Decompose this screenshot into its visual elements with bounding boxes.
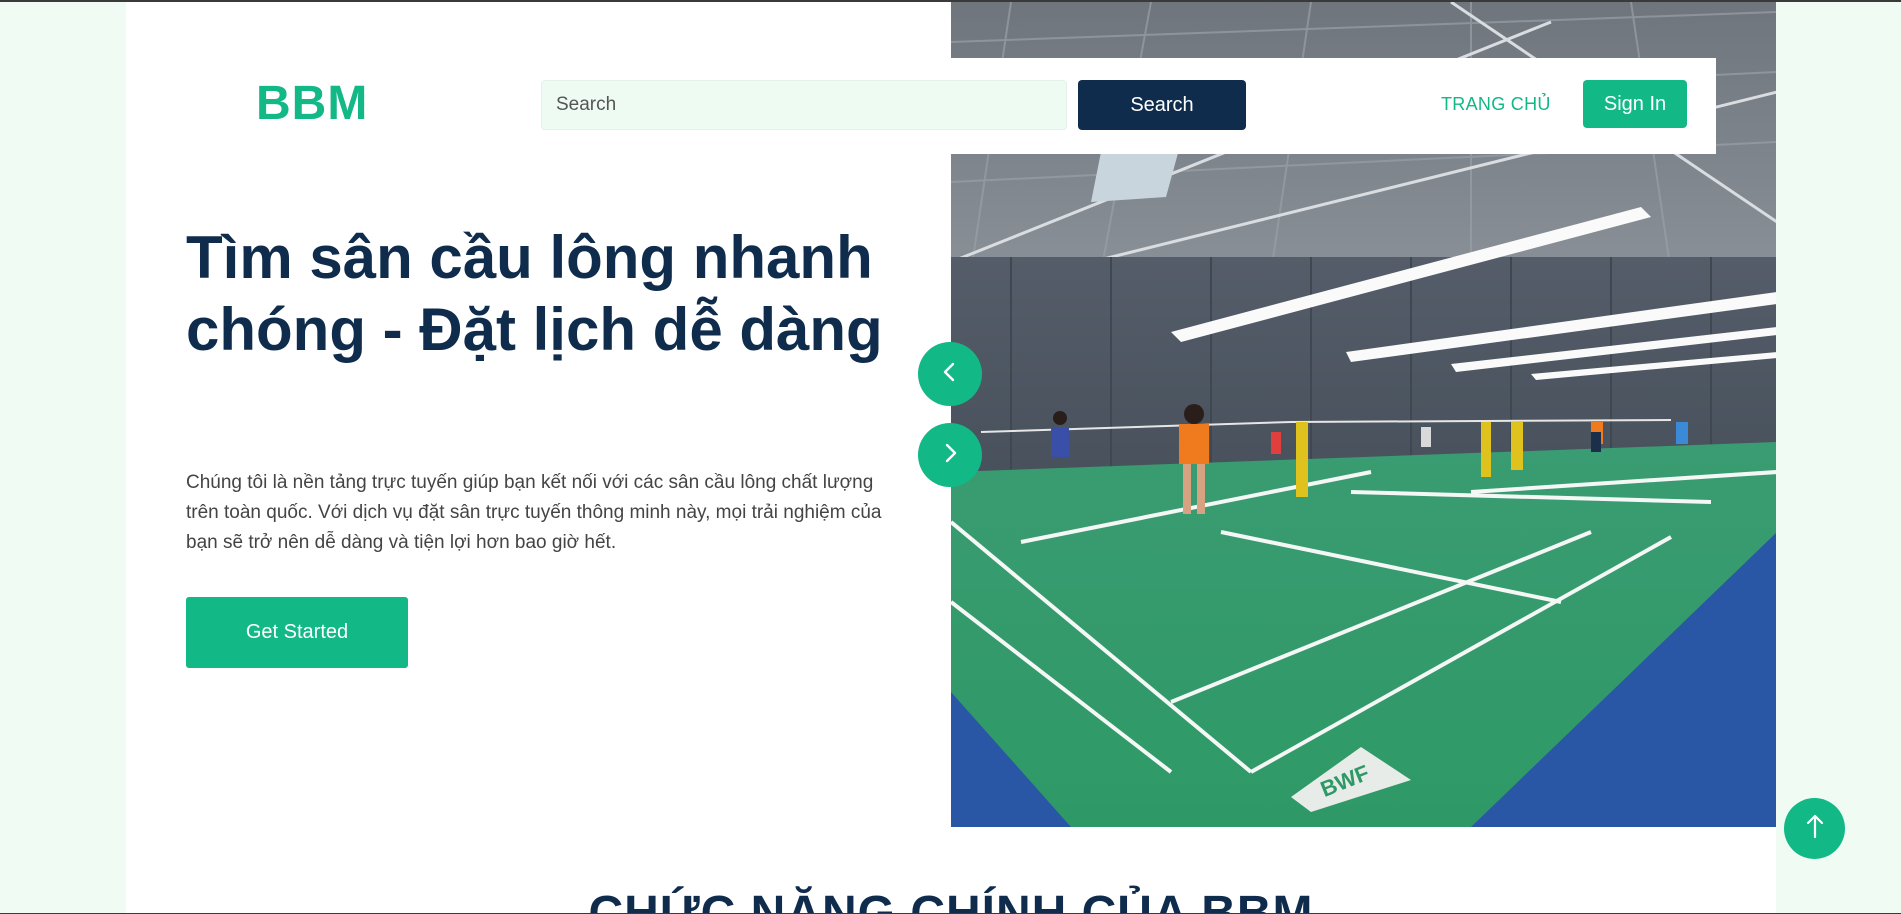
logo[interactable]: BBM — [256, 76, 368, 131]
arrow-up-icon — [1803, 813, 1827, 844]
hero-description: Chúng tôi là nền tảng trực tuyến giúp bạ… — [186, 472, 882, 553]
carousel-prev-button[interactable] — [918, 342, 982, 406]
page-container: BWF BBM Search Search TRANG CHỦ Sign In … — [126, 2, 1776, 914]
section-title: CHỨC NĂNG CHÍNH CỦA BBM — [588, 887, 1314, 914]
site-header: BBM Search TRANG CHỦ Sign In — [166, 58, 1716, 154]
back-to-top-button[interactable] — [1784, 798, 1845, 859]
carousel-next-button[interactable] — [918, 423, 982, 487]
nav-home-link[interactable]: TRANG CHỦ — [1441, 94, 1551, 115]
search-button[interactable]: Search — [1078, 80, 1246, 130]
chevron-right-icon — [939, 442, 961, 469]
get-started-button[interactable]: Get Started — [186, 597, 408, 668]
chevron-left-icon — [939, 361, 961, 388]
hero-title: Tìm sân cầu lông nhanh chóng - Đặt lịch … — [186, 224, 883, 363]
search-input[interactable] — [541, 80, 1067, 130]
sign-in-button[interactable]: Sign In — [1583, 80, 1687, 128]
